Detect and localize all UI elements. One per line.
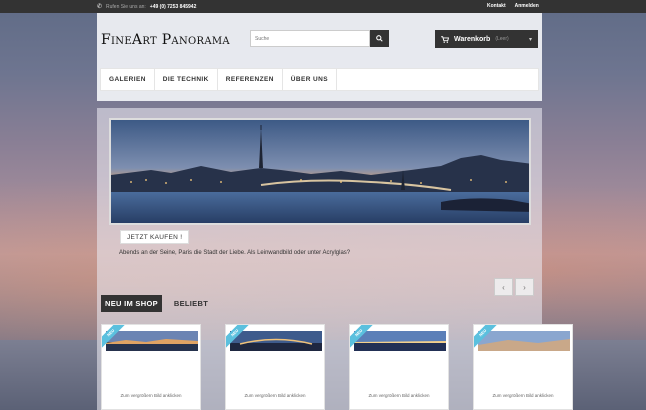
phone-label: Rufen Sie uns an:	[106, 3, 146, 10]
contact-link[interactable]: Kontakt	[487, 3, 506, 9]
product-image	[230, 331, 322, 351]
slider-controls: ‹ ›	[494, 278, 534, 296]
slider-prev-button[interactable]: ‹	[494, 278, 513, 296]
product-card[interactable]: NEU Zum vergrößern Bild anklicken	[473, 324, 573, 410]
search-bar	[250, 30, 389, 47]
cart-icon	[441, 35, 449, 43]
nav-item-referenzen[interactable]: REFERENZEN	[218, 69, 283, 90]
product-card[interactable]: NEU Zum vergrößern Bild anklicken	[349, 324, 449, 410]
tab-neu-im-shop[interactable]: NEU IM SHOP	[101, 295, 162, 312]
product-thumbnail[interactable]	[106, 331, 198, 351]
slider-next-button[interactable]: ›	[515, 278, 534, 296]
login-link[interactable]: Anmelden	[515, 3, 539, 9]
main-nav: GALERIEN DIE TECHNIK REFERENZEN ÜBER UNS	[100, 68, 539, 91]
chevron-down-icon: ▾	[528, 37, 532, 43]
slider-image[interactable]	[109, 118, 531, 225]
slider-caption: Abends an der Seine, Paris die Stadt der…	[119, 250, 351, 256]
phone-icon: ✆	[97, 4, 103, 10]
cart-label: Warenkorb	[454, 35, 491, 43]
nav-item-ueber-uns[interactable]: ÜBER UNS	[283, 69, 337, 90]
product-thumbnail[interactable]	[354, 331, 446, 351]
product-image	[106, 331, 198, 351]
buy-now-button[interactable]: JETZT KAUFEN !	[120, 230, 190, 244]
chevron-left-icon: ‹	[502, 282, 505, 292]
search-icon	[376, 35, 383, 42]
cart-button[interactable]: Warenkorb (Leer) ▾	[435, 30, 538, 48]
search-button[interactable]	[370, 30, 389, 47]
cart-count: (Leer)	[495, 36, 509, 42]
product-card[interactable]: NEU Zum vergrößern Bild anklicken	[225, 324, 325, 410]
phone-info: ✆ Rufen Sie uns an: +49 (0) 7253 845942	[97, 3, 197, 11]
zoom-hint: Zum vergrößern Bild anklicken	[492, 393, 554, 398]
zoom-hint: Zum vergrößern Bild anklicken	[244, 393, 306, 398]
site-logo[interactable]: FineArt Panorama	[101, 32, 230, 48]
phone-number: +49 (0) 7253 845942	[149, 3, 197, 10]
product-image	[354, 331, 446, 351]
header: FineArt Panorama Warenkorb (Leer) ▾ GALE…	[97, 13, 542, 101]
search-input[interactable]	[250, 30, 370, 47]
main-content: JETZT KAUFEN ! Abends an der Seine, Pari…	[97, 108, 573, 410]
nav-item-technik[interactable]: DIE TECHNIK	[155, 69, 218, 90]
nav-item-galerien[interactable]: GALERIEN	[101, 69, 155, 90]
chevron-right-icon: ›	[523, 282, 526, 292]
product-thumbnail[interactable]	[230, 331, 322, 351]
paris-panorama-image	[111, 120, 529, 223]
top-links: Kontakt Anmelden	[487, 3, 539, 9]
top-bar: ✆ Rufen Sie uns an: +49 (0) 7253 845942 …	[0, 0, 646, 13]
product-tabs: NEU IM SHOP BELIEBT	[101, 295, 208, 312]
product-image	[478, 331, 570, 351]
zoom-hint: Zum vergrößern Bild anklicken	[120, 393, 182, 398]
zoom-hint: Zum vergrößern Bild anklicken	[368, 393, 430, 398]
tab-beliebt[interactable]: BELIEBT	[174, 299, 208, 308]
product-thumbnail[interactable]	[478, 331, 570, 351]
product-card[interactable]: NEU Zum vergrößern Bild anklicken	[101, 324, 201, 410]
page-container: FineArt Panorama Warenkorb (Leer) ▾ GALE…	[97, 13, 573, 410]
product-list: NEU Zum vergrößern Bild anklicken NEU Zu…	[101, 324, 573, 410]
